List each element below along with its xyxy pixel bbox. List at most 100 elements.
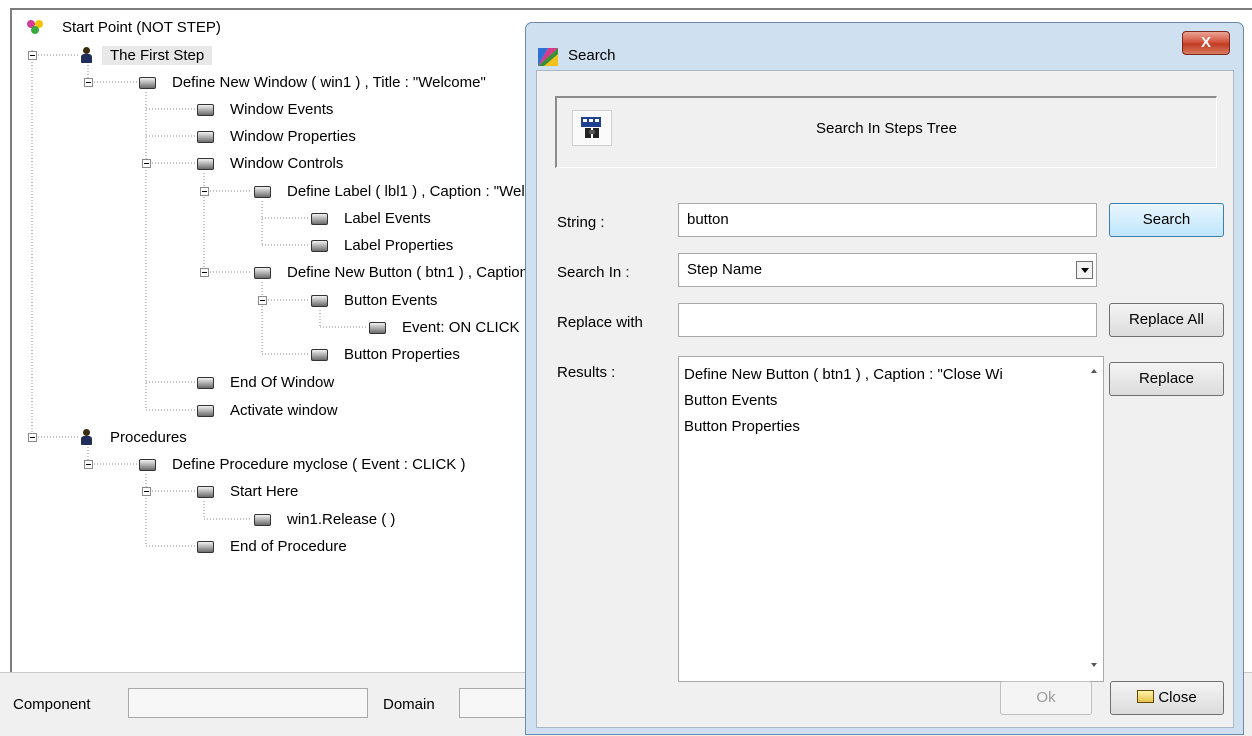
tree-node-window-controls[interactable]: Window Controls bbox=[195, 152, 343, 174]
start-point-icon bbox=[26, 19, 44, 35]
tree-node-window-events[interactable]: Window Events bbox=[195, 98, 333, 120]
result-item[interactable]: Button Properties bbox=[679, 414, 1064, 440]
tree-node-end-of-procedure[interactable]: End of Procedure bbox=[195, 535, 347, 557]
step-icon bbox=[195, 157, 215, 170]
collapse-toggle[interactable] bbox=[28, 51, 37, 60]
result-item[interactable]: Define New Button ( btn1 ) , Caption : "… bbox=[679, 362, 1064, 388]
string-label: String : bbox=[557, 214, 605, 231]
tree-node-define-window[interactable]: Define New Window ( win1 ) , Title : "We… bbox=[137, 71, 486, 93]
tree-node-label: The First Step bbox=[102, 45, 213, 65]
step-icon bbox=[252, 185, 272, 198]
close-button[interactable]: Close bbox=[1110, 681, 1224, 715]
search-in-value: Step Name bbox=[687, 261, 763, 278]
dialog-body: Search In Steps Tree String : button Sea… bbox=[536, 70, 1234, 728]
close-icon: X bbox=[1200, 34, 1211, 51]
step-person-icon bbox=[79, 46, 93, 64]
step-icon bbox=[195, 485, 215, 498]
tree-node-activate-window[interactable]: Activate window bbox=[195, 399, 338, 421]
step-icon bbox=[195, 103, 215, 116]
tree-node-label: Window Properties bbox=[230, 127, 356, 145]
collapse-toggle[interactable] bbox=[28, 433, 37, 442]
step-icon bbox=[309, 348, 329, 361]
folder-icon bbox=[1137, 690, 1155, 703]
step-icon bbox=[309, 239, 329, 252]
domain-field bbox=[459, 688, 529, 718]
search-button[interactable]: Search bbox=[1109, 203, 1224, 237]
search-in-label: Search In : bbox=[557, 264, 630, 281]
collapse-toggle[interactable] bbox=[258, 296, 267, 305]
tree-node-label: Procedures bbox=[110, 428, 187, 446]
tree-node-label: Label Events bbox=[344, 209, 431, 227]
replace-button[interactable]: Replace bbox=[1109, 362, 1224, 396]
search-header: Search In Steps Tree bbox=[555, 96, 1217, 168]
tree-node-label: Window Events bbox=[230, 100, 334, 118]
close-window-button[interactable]: X bbox=[1182, 31, 1230, 55]
tree-node-start-here[interactable]: Start Here bbox=[195, 480, 298, 502]
app-icon bbox=[538, 48, 558, 66]
step-icon bbox=[309, 294, 329, 307]
replace-with-input[interactable] bbox=[678, 303, 1097, 337]
tree-node-label: Event: ON CLICK bbox=[402, 318, 520, 336]
tree-node-label: Button Properties bbox=[344, 345, 460, 363]
tree-node-label: Button Events bbox=[344, 291, 438, 309]
tree-node-label: End Of Window bbox=[230, 373, 335, 391]
replace-with-label: Replace with bbox=[557, 314, 643, 331]
tree-node-button-properties[interactable]: Button Properties bbox=[309, 343, 460, 365]
step-icon bbox=[195, 404, 215, 417]
step-icon bbox=[252, 266, 272, 279]
tree-node-label: Activate window bbox=[230, 401, 338, 419]
search-dialog: Search X Search In Steps Tree String : b… bbox=[525, 22, 1244, 735]
tree-node-define-label[interactable]: Define Label ( lbl1 ) , Caption : "Welco… bbox=[252, 180, 567, 202]
scroll-up-arrow-icon[interactable] bbox=[1091, 369, 1097, 373]
step-icon bbox=[137, 76, 157, 89]
scroll-down-arrow-icon[interactable] bbox=[1091, 663, 1097, 667]
collapse-toggle[interactable] bbox=[142, 487, 151, 496]
dialog-title: Search bbox=[568, 47, 616, 64]
tree-node-event-on-click[interactable]: Event: ON CLICK bbox=[367, 316, 520, 338]
dialog-title-bar[interactable]: Search X bbox=[526, 23, 1243, 69]
component-label: Component bbox=[13, 696, 91, 713]
tree-root[interactable]: Start Point (NOT STEP) bbox=[26, 16, 221, 38]
step-icon bbox=[195, 130, 215, 143]
tree-node-label-events[interactable]: Label Events bbox=[309, 207, 431, 229]
tree-node-label: Define Procedure myclose ( Event : CLICK… bbox=[172, 455, 466, 473]
tree-node-label: Define New Window ( win1 ) , Title : "We… bbox=[172, 73, 486, 91]
tree-node-button-events[interactable]: Button Events bbox=[309, 289, 437, 311]
search-in-select[interactable]: Step Name bbox=[678, 253, 1097, 287]
tree-node-label: Start Here bbox=[230, 482, 299, 500]
collapse-toggle[interactable] bbox=[84, 460, 93, 469]
step-icon bbox=[137, 458, 157, 471]
ok-button[interactable]: Ok bbox=[1000, 681, 1092, 715]
collapse-toggle[interactable] bbox=[142, 159, 151, 168]
search-string-input[interactable]: button bbox=[678, 203, 1097, 237]
tree-node-label-properties[interactable]: Label Properties bbox=[309, 234, 453, 256]
tree-node-define-procedure[interactable]: Define Procedure myclose ( Event : CLICK… bbox=[137, 453, 465, 475]
tree-node-label: End of Procedure bbox=[230, 537, 347, 555]
tree-node-label: Window Controls bbox=[230, 154, 344, 172]
tree-node-window-properties[interactable]: Window Properties bbox=[195, 125, 356, 147]
tree-node-win1-release[interactable]: win1.Release ( ) bbox=[252, 508, 395, 530]
tree-root-label: Start Point (NOT STEP) bbox=[62, 18, 221, 36]
domain-label: Domain bbox=[383, 696, 435, 713]
result-item[interactable]: Button Events bbox=[679, 388, 1064, 414]
header-title: Search In Steps Tree bbox=[816, 120, 957, 137]
tree-node-label: Label Properties bbox=[344, 236, 454, 254]
step-icon bbox=[195, 376, 215, 389]
step-icon bbox=[195, 540, 215, 553]
procedures-person-icon bbox=[79, 428, 93, 446]
close-button-label: Close bbox=[1158, 689, 1197, 706]
replace-all-button[interactable]: Replace All bbox=[1109, 303, 1224, 337]
tree-node-first-step[interactable]: The First Step bbox=[79, 44, 213, 66]
tree-node-procedures[interactable]: Procedures bbox=[79, 426, 187, 448]
collapse-toggle[interactable] bbox=[200, 187, 209, 196]
component-field bbox=[128, 688, 368, 718]
results-list[interactable]: Define New Button ( btn1 ) , Caption : "… bbox=[678, 356, 1104, 682]
chevron-down-icon[interactable] bbox=[1076, 261, 1093, 279]
collapse-toggle[interactable] bbox=[84, 78, 93, 87]
tree-node-label: win1.Release ( ) bbox=[287, 510, 396, 528]
step-icon bbox=[252, 513, 272, 526]
step-icon bbox=[367, 321, 387, 334]
collapse-toggle[interactable] bbox=[200, 268, 209, 277]
tree-node-end-of-window[interactable]: End Of Window bbox=[195, 371, 334, 393]
step-icon bbox=[309, 212, 329, 225]
